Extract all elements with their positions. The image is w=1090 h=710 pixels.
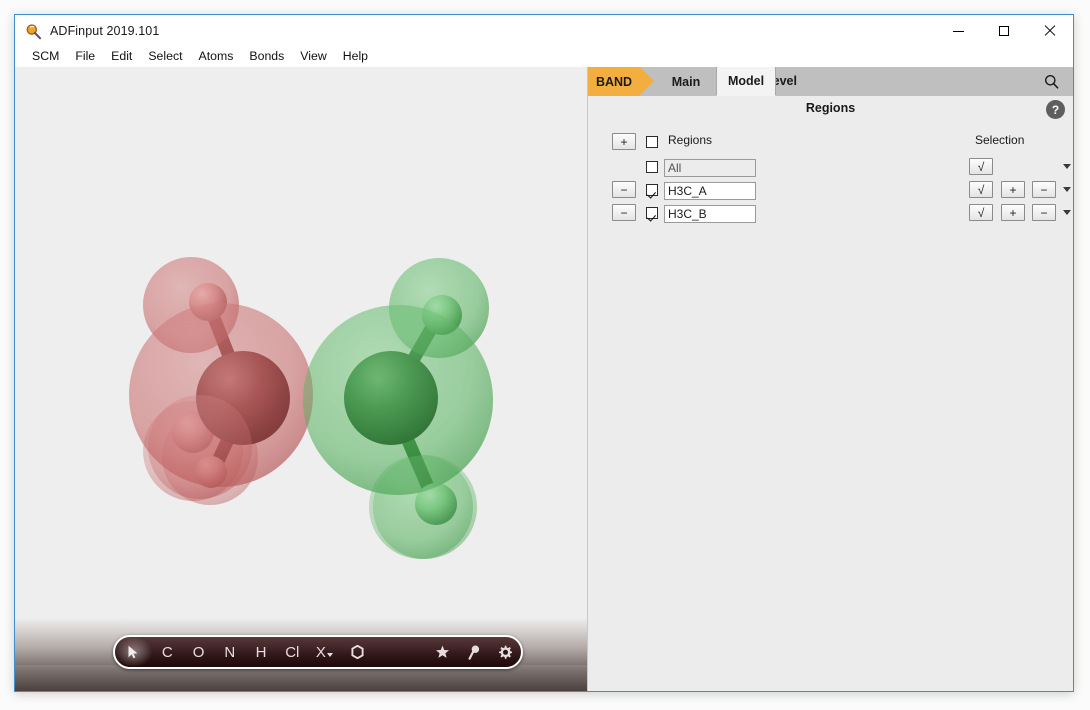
- search-icon: [1044, 74, 1059, 89]
- cursor-arrow-icon: [127, 645, 139, 659]
- menu-item-atoms[interactable]: Atoms: [191, 47, 242, 66]
- select-all-regions-checkbox[interactable]: [646, 136, 658, 148]
- window-controls: [935, 15, 1073, 47]
- molecule-viewport[interactable]: C O N H Cl X: [15, 67, 587, 691]
- region-remove-atoms-button-h3c-b[interactable]: −: [1032, 204, 1056, 221]
- tab-band-chevron-icon: [640, 67, 654, 95]
- tool-element-h[interactable]: H: [245, 637, 276, 667]
- table-row: √: [588, 157, 1073, 180]
- tab-bar: BAND Main Model Properties Details Multi…: [588, 67, 1073, 97]
- main-body: C O N H Cl X: [15, 67, 1073, 691]
- region-select-button-h3c-a[interactable]: √: [969, 181, 993, 198]
- tool-cursor-arrow[interactable]: [115, 637, 152, 667]
- molecule-render: [15, 67, 587, 691]
- right-panel: BAND Main Model Properties Details Multi…: [587, 67, 1073, 691]
- application-window: ADFinput 2019.101 SCM File Edit Select A…: [14, 14, 1074, 692]
- tool-settings[interactable]: [490, 637, 521, 667]
- tab-model[interactable]: Model: [716, 67, 776, 96]
- region-remove-atoms-button-h3c-a[interactable]: −: [1032, 181, 1056, 198]
- tool-element-cl[interactable]: Cl: [277, 637, 308, 667]
- lollipop-tool-icon: [468, 645, 480, 660]
- column-header-regions: Regions: [668, 132, 712, 149]
- close-icon: [1044, 25, 1056, 37]
- region-menu-chevron-down-icon-h3c-a[interactable]: [1063, 187, 1071, 192]
- remove-region-button-h3c-b[interactable]: −: [612, 204, 636, 221]
- menu-item-view[interactable]: View: [292, 47, 334, 66]
- region-name-field-h3c-a[interactable]: [664, 182, 756, 200]
- region-add-atoms-button-h3c-b[interactable]: +: [1001, 204, 1025, 221]
- maximize-icon: [999, 26, 1009, 36]
- page-title: Regions: [588, 101, 1073, 115]
- region-name-field-all[interactable]: [664, 159, 756, 177]
- gear-icon: [498, 645, 512, 659]
- atom-toolbar: C O N H Cl X: [113, 635, 523, 669]
- maximize-button[interactable]: [981, 15, 1027, 47]
- title-bar-left: ADFinput 2019.101: [25, 15, 159, 47]
- tool-element-o[interactable]: O: [183, 637, 214, 667]
- regions-table: + Regions Selection: [588, 131, 1073, 226]
- region-menu-chevron-down-icon-all[interactable]: [1063, 164, 1071, 169]
- viewer-tool-strip: C O N H Cl X: [15, 617, 587, 691]
- tool-spacer: [374, 637, 427, 667]
- region-select-button-h3c-b[interactable]: √: [969, 204, 993, 221]
- column-header-selection: Selection: [975, 132, 1024, 149]
- region-add-atoms-button-h3c-a[interactable]: +: [1001, 181, 1025, 198]
- add-region-button[interactable]: +: [612, 133, 636, 150]
- hexagon-ring-icon: [351, 645, 364, 659]
- tool-element-x-dropdown[interactable]: X: [308, 637, 341, 667]
- menu-item-scm[interactable]: SCM: [24, 47, 67, 66]
- screen-root: ADFinput 2019.101 SCM File Edit Select A…: [0, 0, 1090, 710]
- tool-ring[interactable]: [341, 637, 374, 667]
- remove-region-button-h3c-a[interactable]: −: [612, 181, 636, 198]
- minimize-icon: [953, 31, 964, 32]
- region-name-field-h3c-b[interactable]: [664, 205, 756, 223]
- region-menu-chevron-down-icon-h3c-b[interactable]: [1063, 210, 1071, 215]
- region-select-button-all[interactable]: √: [969, 158, 993, 175]
- region-checkbox-h3c-a[interactable]: [646, 184, 658, 196]
- close-button[interactable]: [1027, 15, 1073, 47]
- tool-favorites[interactable]: [427, 637, 458, 667]
- tool-element-n[interactable]: N: [214, 637, 245, 667]
- panel-search-button[interactable]: [1039, 67, 1063, 96]
- minimize-button[interactable]: [935, 15, 981, 47]
- menu-item-select[interactable]: Select: [140, 47, 190, 66]
- menu-item-file[interactable]: File: [67, 47, 103, 66]
- menu-bar: SCM File Edit Select Atoms Bonds View He…: [15, 47, 1073, 66]
- chevron-down-icon: [327, 653, 333, 657]
- tool-element-x-label: X: [316, 644, 326, 661]
- table-row: − √ +: [588, 203, 1073, 226]
- tool-element-c[interactable]: C: [152, 637, 183, 667]
- star-icon: [435, 645, 450, 659]
- window-title: ADFinput 2019.101: [50, 24, 159, 38]
- magnifier-icon: [25, 23, 42, 40]
- panel-header: Regions ?: [588, 96, 1073, 124]
- help-icon[interactable]: ?: [1046, 100, 1065, 119]
- regions-header-row: + Regions Selection: [588, 131, 1073, 157]
- title-bar: ADFinput 2019.101: [15, 15, 1073, 47]
- region-checkbox-h3c-b[interactable]: [646, 207, 658, 219]
- menu-item-edit[interactable]: Edit: [103, 47, 140, 66]
- menu-item-help[interactable]: Help: [335, 47, 376, 66]
- menu-item-bonds[interactable]: Bonds: [241, 47, 292, 66]
- region-checkbox-all[interactable]: [646, 161, 658, 173]
- tab-program-band[interactable]: BAND: [588, 67, 640, 96]
- tool-probe[interactable]: [459, 637, 490, 667]
- table-row: − √ +: [588, 180, 1073, 203]
